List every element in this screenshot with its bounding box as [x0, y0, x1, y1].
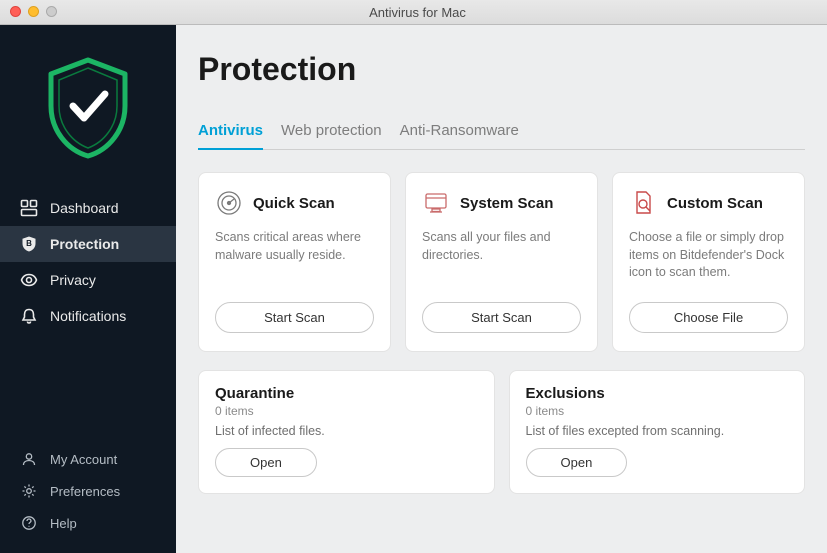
card-title: Quick Scan [253, 195, 335, 212]
sidebar-item-label: Preferences [50, 484, 120, 499]
app-logo [0, 25, 176, 190]
sidebar-item-privacy[interactable]: Privacy [0, 262, 176, 298]
card-description: Choose a file or simply drop items on Bi… [629, 229, 788, 282]
card-title: Custom Scan [667, 195, 763, 212]
sidebar-item-dashboard[interactable]: Dashboard [0, 190, 176, 226]
scan-cards-row: Quick Scan Scans critical areas where ma… [198, 172, 805, 352]
shield-icon: B [20, 235, 38, 253]
sidebar: Dashboard B Protection Privacy Notificat… [0, 25, 176, 553]
quick-scan-card: Quick Scan Scans critical areas where ma… [198, 172, 391, 352]
system-scan-icon [422, 189, 450, 217]
shield-logo-icon [43, 56, 133, 160]
card-title: Exclusions [526, 385, 789, 402]
window-title: Antivirus for Mac [8, 5, 827, 20]
maximize-icon [46, 6, 57, 17]
start-system-scan-button[interactable]: Start Scan [422, 302, 581, 333]
tab-anti-ransomware[interactable]: Anti-Ransomware [400, 116, 519, 149]
eye-icon [20, 271, 38, 289]
secondary-nav: My Account Preferences Help [0, 443, 176, 553]
sidebar-item-label: Dashboard [50, 200, 119, 216]
sidebar-item-protection[interactable]: B Protection [0, 226, 176, 262]
card-description: Scans critical areas where malware usual… [215, 229, 374, 282]
sidebar-item-label: My Account [50, 452, 117, 467]
sidebar-item-label: Privacy [50, 272, 96, 288]
card-description: List of files excepted from scanning. [526, 424, 789, 438]
gear-icon [20, 482, 38, 500]
titlebar: Antivirus for Mac [0, 0, 827, 25]
sidebar-item-label: Help [50, 516, 77, 531]
sidebar-item-label: Notifications [50, 308, 126, 324]
close-icon[interactable] [10, 6, 21, 17]
choose-file-button[interactable]: Choose File [629, 302, 788, 333]
exclusions-card: Exclusions 0 items List of files excepte… [509, 370, 806, 494]
lower-cards-row: Quarantine 0 items List of infected file… [198, 370, 805, 494]
system-scan-card: System Scan Scans all your files and dir… [405, 172, 598, 352]
card-description: Scans all your files and directories. [422, 229, 581, 282]
primary-nav: Dashboard B Protection Privacy Notificat… [0, 190, 176, 443]
minimize-icon[interactable] [28, 6, 39, 17]
open-quarantine-button[interactable]: Open [215, 448, 317, 477]
dashboard-icon [20, 199, 38, 217]
open-exclusions-button[interactable]: Open [526, 448, 628, 477]
item-count: 0 items [526, 404, 789, 418]
sidebar-item-notifications[interactable]: Notifications [0, 298, 176, 334]
card-title: Quarantine [215, 385, 478, 402]
tabs: Antivirus Web protection Anti-Ransomware [198, 116, 805, 150]
quarantine-card: Quarantine 0 items List of infected file… [198, 370, 495, 494]
window-controls [10, 6, 57, 17]
main-content: Protection Antivirus Web protection Anti… [176, 25, 827, 553]
tab-web-protection[interactable]: Web protection [281, 116, 382, 149]
sidebar-item-account[interactable]: My Account [0, 443, 176, 475]
sidebar-item-label: Protection [50, 236, 119, 252]
item-count: 0 items [215, 404, 478, 418]
sidebar-item-preferences[interactable]: Preferences [0, 475, 176, 507]
user-icon [20, 450, 38, 468]
bell-icon [20, 307, 38, 325]
card-description: List of infected files. [215, 424, 478, 438]
custom-scan-icon [629, 189, 657, 217]
start-quick-scan-button[interactable]: Start Scan [215, 302, 374, 333]
svg-text:B: B [26, 239, 32, 248]
quick-scan-icon [215, 189, 243, 217]
help-icon [20, 514, 38, 532]
sidebar-item-help[interactable]: Help [0, 507, 176, 539]
page-title: Protection [198, 51, 805, 88]
tab-antivirus[interactable]: Antivirus [198, 116, 263, 149]
custom-scan-card: Custom Scan Choose a file or simply drop… [612, 172, 805, 352]
card-title: System Scan [460, 195, 553, 212]
